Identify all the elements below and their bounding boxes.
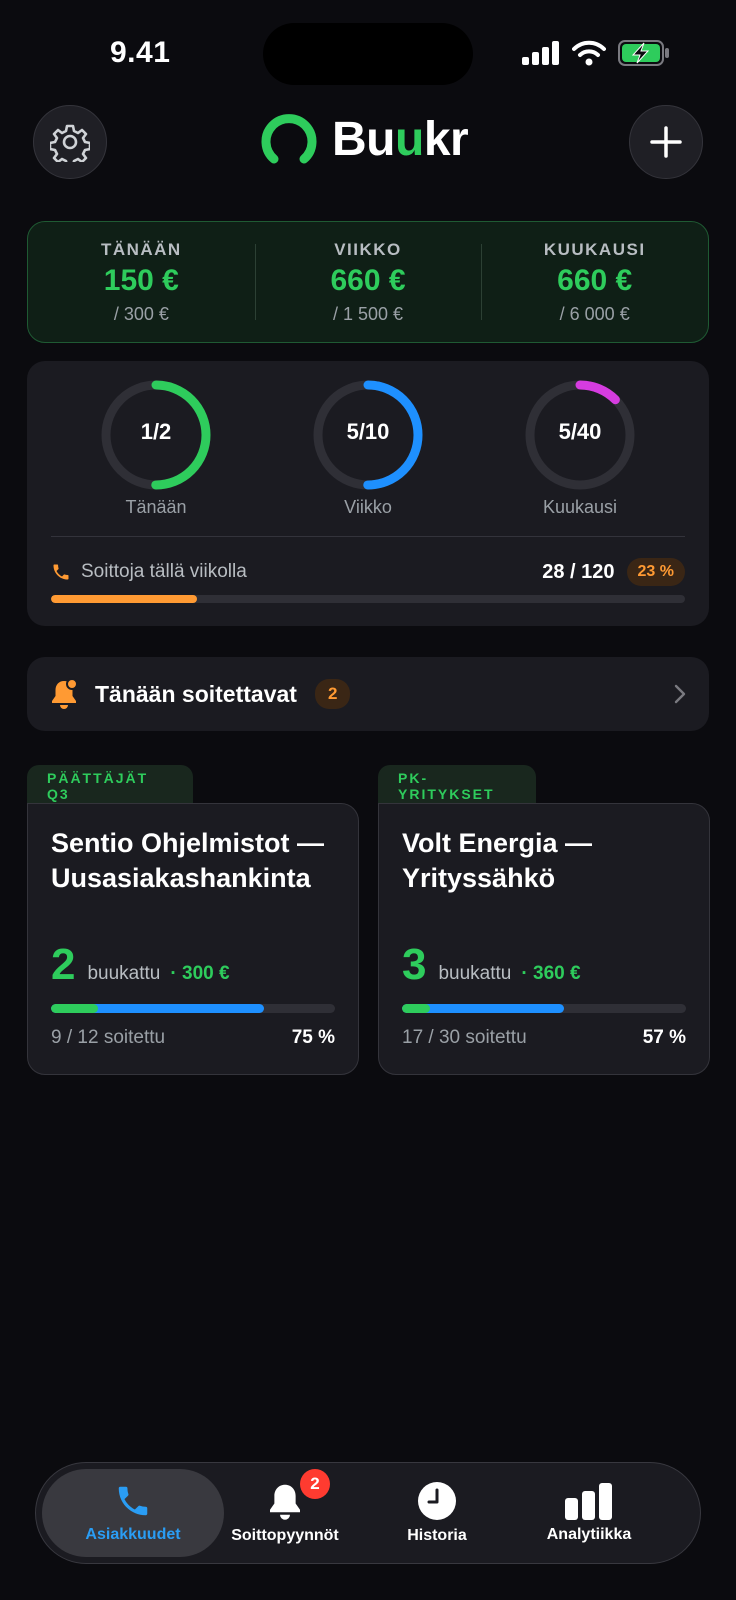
weekly-calls-row: Soittoja tällä viikolla 28 / 120 23 % (51, 558, 685, 586)
weekly-calls-progress-bar (51, 595, 685, 603)
status-time: 9.41 (110, 36, 171, 69)
campaign-body: Sentio Ohjelmistot — Uusasiakashankinta … (27, 803, 359, 1075)
phone-icon (53, 564, 69, 580)
tab-label: Historia (407, 1527, 467, 1544)
ring-value: 5/10 (346, 419, 390, 444)
calls-due-today-count: 2 (314, 679, 351, 709)
ring-label: Tänään (125, 497, 187, 517)
earnings-label: KUUKAUSI (543, 239, 646, 259)
campaign-card[interactable]: PK-YRITYKSET Volt Energia — Yrityssähkö … (378, 765, 710, 1075)
plus-icon (650, 126, 682, 158)
phone-icon (118, 1486, 148, 1516)
ring-value: 1/2 (140, 419, 172, 444)
status-icons (522, 40, 670, 66)
ring-week: 5/10 Viikko (310, 377, 426, 518)
campaign-booked-stat: 3 buukattu · 360 € (402, 940, 686, 990)
bell-icon (270, 1484, 300, 1520)
settings-button[interactable] (33, 105, 107, 179)
bottom-tab-bar: Asiakkuudet Soittopyynnöt 2 Historia Ana… (35, 1462, 701, 1564)
tab-label: Analytiikka (546, 1526, 632, 1543)
tab-analytiikka[interactable]: Analytiikka (498, 1469, 680, 1557)
battery-charging-icon (618, 40, 669, 66)
calls-due-today-row[interactable]: Tänään soitettavat 2 (27, 657, 709, 731)
bookings-progress-card: 1/2 Tänään 5/10 Viikko 5/40 Kuukausi Soi… (27, 361, 709, 626)
add-button[interactable] (629, 105, 703, 179)
campaign-booked-label: buukattu (438, 963, 512, 984)
campaign-booked-count: 2 (51, 940, 76, 989)
earnings-month: KUUKAUSI 660 € / 6 000 € (481, 222, 708, 342)
earnings-summary-card: TÄNÄÄN 150 € / 300 € VIIKKO 660 € / 1 50… (27, 221, 709, 343)
earnings-target: / 300 € (113, 303, 169, 324)
weekly-calls-label: Soittoja tällä viikolla (81, 561, 247, 582)
campaign-percent: 75 % (291, 1027, 335, 1048)
campaign-title: Volt Energia — Yrityssähkö (402, 828, 593, 893)
gear-icon (50, 124, 90, 162)
campaign-booked-stat: 2 buukattu · 300 € (51, 940, 335, 990)
campaign-called-count: 17 / 30 soitettu (402, 1027, 527, 1048)
calls-due-today-title: Tänään soitettavat (95, 680, 297, 707)
chevron-right-icon (674, 684, 686, 704)
tab-label: Asiakkuudet (85, 1526, 181, 1543)
campaign-title: Sentio Ohjelmistot — Uusasiakashankinta (51, 828, 325, 893)
campaign-booked-amount: · 300 € (170, 963, 230, 984)
campaign-percent: 57 % (642, 1027, 686, 1048)
ring-label: Kuukausi (542, 497, 618, 517)
campaign-card[interactable]: PÄÄTTÄJÄT Q3 Sentio Ohjelmistot — Uusasi… (27, 765, 359, 1075)
campaign-progress-bar (51, 1004, 335, 1013)
app-logo: Buukr (260, 110, 469, 168)
campaign-footer: 9 / 12 soitettu 75 % (51, 1027, 335, 1049)
weekly-calls-progress-fill (51, 595, 197, 603)
app-name: Buukr (332, 112, 469, 166)
cellular-signal-icon (522, 41, 559, 65)
earnings-label: TÄNÄÄN (100, 239, 182, 259)
tab-label: Soittopyynnöt (231, 1527, 339, 1544)
ring-value: 5/40 (558, 419, 602, 444)
earnings-week: VIIKKO 660 € / 1 500 € (254, 222, 482, 342)
bell-alert-icon (52, 678, 78, 709)
bar-chart-icon (565, 1483, 612, 1520)
campaign-booked-fill (402, 1004, 431, 1013)
earnings-target: / 6 000 € (559, 303, 630, 324)
earnings-value: 660 € (330, 263, 406, 297)
wifi-icon (572, 40, 606, 66)
campaign-body: Volt Energia — Yrityssähkö 3 buukattu · … (378, 803, 710, 1075)
campaign-booked-label: buukattu (87, 963, 161, 984)
clock-icon (418, 1482, 456, 1520)
ring-month: 5/40 Kuukausi (522, 377, 638, 518)
ring-label: Viikko (344, 497, 392, 517)
campaign-progress-bar (402, 1004, 686, 1013)
earnings-today: TÄNÄÄN 150 € / 300 € (28, 222, 255, 342)
campaign-booked-count: 3 (402, 940, 427, 989)
campaign-tag: PÄÄTTÄJÄT Q3 (27, 765, 193, 807)
earnings-value: 150 € (103, 263, 179, 297)
logo-ring-icon (261, 114, 317, 164)
notification-badge: 2 (300, 1469, 330, 1499)
campaign-booked-fill (51, 1004, 99, 1013)
weekly-calls-percent-badge: 23 % (626, 558, 685, 586)
ring-today: 1/2 Tänään (98, 377, 214, 518)
weekly-calls-count: 28 / 120 (542, 560, 615, 583)
earnings-target: / 1 500 € (332, 303, 404, 324)
campaign-called-count: 9 / 12 soitettu (51, 1027, 166, 1048)
campaign-booked-amount: · 360 € (521, 963, 581, 984)
campaign-footer: 17 / 30 soitettu 57 % (402, 1027, 686, 1049)
campaign-tag: PK-YRITYKSET (378, 765, 536, 807)
earnings-label: VIIKKO (334, 239, 402, 259)
divider (51, 536, 685, 537)
dynamic-island (263, 23, 473, 85)
earnings-value: 660 € (557, 263, 633, 297)
